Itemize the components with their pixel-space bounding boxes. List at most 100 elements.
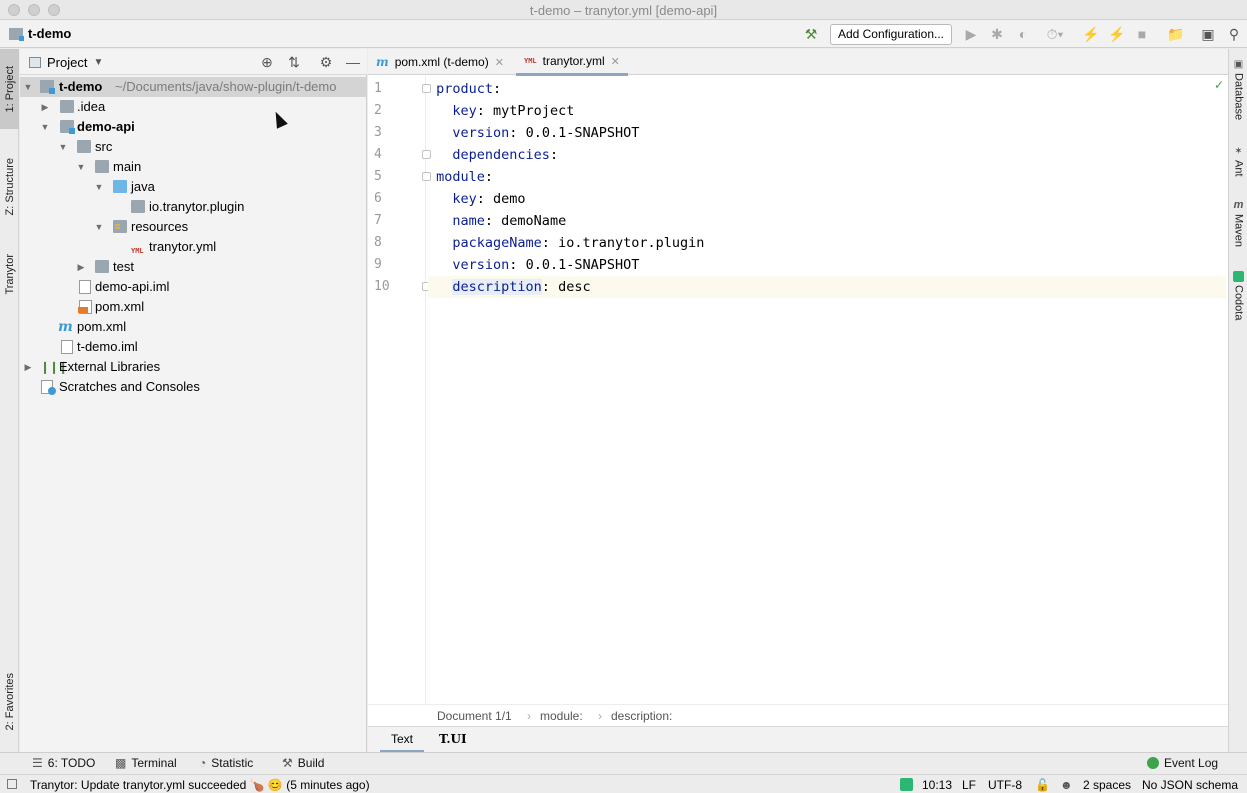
tree-item-idea[interactable]: ▶ .idea: [20, 97, 367, 117]
build-hammer-icon[interactable]: ⚒: [803, 26, 819, 42]
scratch-badge-icon: [48, 387, 56, 395]
tool-tab-ant[interactable]: ✶ Ant: [1229, 146, 1247, 177]
toggle-tool-windows-icon[interactable]: [7, 779, 17, 789]
tool-tab-database[interactable]: ▣ Database: [1229, 59, 1247, 120]
tree-item-package[interactable]: io.tranytor.plugin: [20, 197, 367, 217]
statistic-button[interactable]: ◔ Statistic: [199, 756, 253, 770]
code-line[interactable]: name: demoName: [428, 210, 1226, 232]
tool-tab-maven[interactable]: m Maven: [1229, 199, 1247, 247]
add-configuration-button[interactable]: Add Configuration...: [830, 24, 952, 45]
breadcrumb-module[interactable]: module:: [540, 709, 583, 723]
locate-icon[interactable]: ⊕: [259, 54, 275, 70]
chevron-down-icon[interactable]: ▼: [93, 177, 105, 197]
lock-icon[interactable]: 🔓: [1035, 778, 1050, 792]
editor-mode-tabs: Text T.UI: [368, 726, 1228, 753]
codota-status-icon[interactable]: [900, 778, 913, 791]
chevron-down-icon[interactable]: ▼: [39, 117, 51, 137]
folder-icon: [95, 260, 109, 273]
tree-item-test[interactable]: ▶ test: [20, 257, 367, 277]
close-icon[interactable]: ✕: [611, 55, 620, 68]
tree-item-scratches[interactable]: Scratches and Consoles: [20, 377, 367, 397]
tool-tab-favorites[interactable]: 2: Favorites: [0, 659, 19, 744]
project-view-selector[interactable]: Project ▼: [29, 55, 103, 70]
yaml-separator: :: [549, 147, 559, 163]
tool-tab-structure[interactable]: Z: Structure: [0, 144, 19, 229]
tab-pom-xml[interactable]: m pom.xml (t-demo) ✕: [368, 49, 512, 75]
line-number: 2: [374, 103, 382, 118]
chevron-right-icon[interactable]: ▶: [39, 97, 51, 117]
chevron-down-icon[interactable]: ▼: [22, 77, 34, 97]
tree-item-external-libraries[interactable]: ▶ ❙❙❙ External Libraries: [20, 357, 367, 377]
left-tool-stripe: 1: Project Z: Structure Tranytor 2: Favo…: [0, 49, 19, 752]
run-icon[interactable]: ▶: [963, 26, 979, 42]
tool-tab-codota[interactable]: Codota: [1229, 271, 1247, 320]
chevron-down-icon[interactable]: ▼: [93, 217, 105, 237]
tree-item-t-demo[interactable]: ▼ t-demo ~/Documents/java/show-plugin/t-…: [20, 77, 367, 97]
code-line[interactable]: description: desc: [428, 276, 1226, 298]
coverage-icon[interactable]: ◐: [1015, 26, 1031, 42]
tree-item-src[interactable]: ▼ src: [20, 137, 367, 157]
file-encoding[interactable]: UTF-8: [988, 778, 1022, 792]
breadcrumb-document[interactable]: Document 1/1: [437, 709, 512, 723]
status-bar: Tranytor: Update tranytor.yml succeeded …: [0, 774, 1247, 793]
tree-item-t-demo-iml[interactable]: t-demo.iml: [20, 337, 367, 357]
tree-item-module-pom[interactable]: pom.xml: [20, 297, 367, 317]
tab-tui[interactable]: T.UI: [428, 727, 478, 753]
caret-position[interactable]: 10:13: [922, 778, 952, 792]
tree-item-root-pom[interactable]: m pom.xml: [20, 317, 367, 337]
update-running-icon[interactable]: ⚡: [1108, 26, 1125, 42]
bottom-tool-bar: ☰ 6: TODO ▩ Terminal ◔ Statistic ⚒ Build…: [0, 752, 1247, 774]
yaml-key: packageName: [452, 235, 542, 251]
search-everywhere-icon[interactable]: ⚲: [1226, 26, 1242, 42]
event-log-button[interactable]: Event Log: [1147, 756, 1218, 770]
code-area[interactable]: product: key: mytProject version: 0.0.1-…: [428, 76, 1226, 704]
yaml-file-icon: YML: [524, 57, 537, 65]
line-separator[interactable]: LF: [962, 778, 976, 792]
debug-icon[interactable]: ✱: [989, 26, 1005, 42]
gear-icon[interactable]: ⚙: [318, 54, 334, 70]
tool-tab-tranytor[interactable]: Tranytor: [0, 244, 19, 304]
tree-item-demo-api[interactable]: ▼ demo-api: [20, 117, 367, 137]
inspection-ok-icon[interactable]: ✓: [1214, 78, 1224, 92]
tab-tranytor-yml[interactable]: YML tranytor.yml ✕: [516, 49, 628, 76]
code-line[interactable]: product:: [428, 78, 1226, 100]
code-line[interactable]: dependencies:: [428, 144, 1226, 166]
tree-item-resources[interactable]: ▼ resources: [20, 217, 367, 237]
chevron-down-icon[interactable]: ▼: [57, 137, 69, 157]
chevron-right-icon[interactable]: ▶: [22, 357, 34, 377]
code-line[interactable]: version: 0.0.1-SNAPSHOT: [428, 254, 1226, 276]
todo-button[interactable]: ☰ 6: TODO: [32, 756, 95, 770]
code-line[interactable]: key: mytProject: [428, 100, 1226, 122]
code-line[interactable]: version: 0.0.1-SNAPSHOT: [428, 122, 1226, 144]
inspector-icon[interactable]: ☻: [1060, 778, 1073, 792]
code-line[interactable]: packageName: io.tranytor.plugin: [428, 232, 1226, 254]
tree-item-java[interactable]: ▼ java: [20, 177, 367, 197]
editor-tabs: m pom.xml (t-demo) ✕ YML tranytor.yml ✕: [368, 49, 1228, 76]
profile-dropdown-icon[interactable]: ⏱▾: [1041, 26, 1069, 42]
chevron-right-icon[interactable]: ▶: [75, 257, 87, 277]
stop-icon[interactable]: ■: [1134, 26, 1150, 42]
chevron-down-icon: ▼: [93, 57, 104, 68]
breadcrumb-description[interactable]: description:: [611, 709, 672, 723]
nav-project-crumb[interactable]: t-demo: [9, 26, 71, 41]
terminal-button[interactable]: ▩ Terminal: [115, 756, 177, 770]
tool-tab-project[interactable]: 1: Project: [0, 49, 19, 129]
code-line[interactable]: key: demo: [428, 188, 1226, 210]
tree-item-main[interactable]: ▼ main: [20, 157, 367, 177]
code-line[interactable]: module:: [428, 166, 1226, 188]
close-icon[interactable]: ✕: [495, 56, 504, 69]
terminal-run-icon[interactable]: ▣: [1200, 26, 1216, 42]
source-folder-icon: [113, 180, 127, 193]
hide-panel-icon[interactable]: —: [345, 54, 361, 70]
tab-text[interactable]: Text: [380, 727, 425, 753]
status-message[interactable]: Tranytor: Update tranytor.yml succeeded …: [30, 778, 370, 792]
hot-reload-icon[interactable]: ⚡: [1082, 26, 1099, 42]
tree-item-demo-api-iml[interactable]: demo-api.iml: [20, 277, 367, 297]
indent-setting[interactable]: 2 spaces: [1083, 778, 1131, 792]
tree-item-tranytor-yml[interactable]: YML tranytor.yml: [20, 237, 367, 257]
json-schema[interactable]: No JSON schema: [1142, 778, 1238, 792]
project-structure-icon[interactable]: 📁: [1167, 26, 1184, 42]
collapse-all-icon[interactable]: ⇅: [286, 54, 302, 70]
chevron-down-icon[interactable]: ▼: [75, 157, 87, 177]
build-button[interactable]: ⚒ Build: [282, 756, 324, 770]
